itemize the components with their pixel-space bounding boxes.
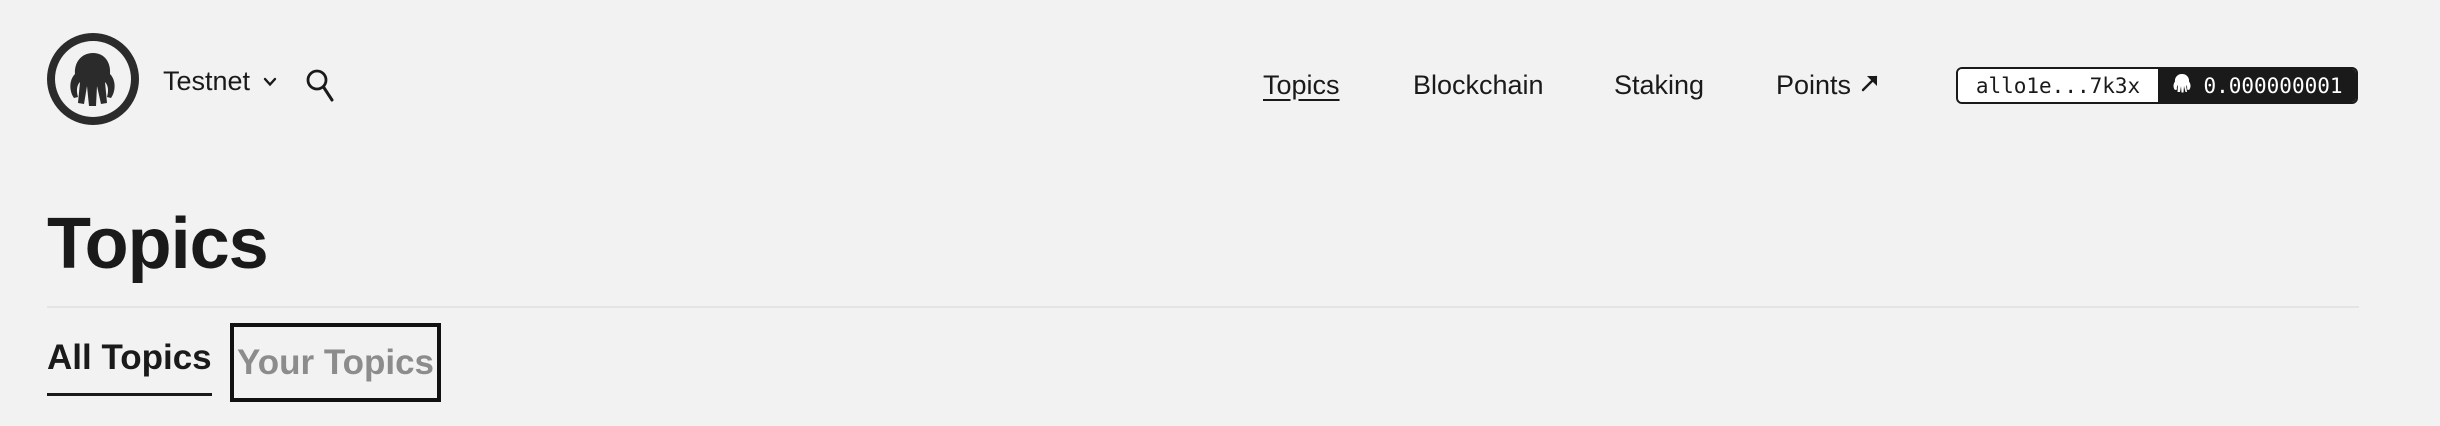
allora-token-icon bbox=[2171, 72, 2193, 99]
nav-points[interactable]: Points bbox=[1776, 72, 1881, 99]
nav-staking[interactable]: Staking bbox=[1614, 72, 1704, 99]
tab-all-topics[interactable]: All Topics bbox=[47, 340, 212, 396]
search-icon[interactable] bbox=[305, 67, 335, 105]
network-selector[interactable]: Testnet bbox=[163, 68, 278, 95]
network-label: Testnet bbox=[163, 66, 251, 96]
chevron-down-icon bbox=[262, 68, 278, 95]
nav-blockchain[interactable]: Blockchain bbox=[1413, 72, 1544, 99]
wallet-address: allo1e...7k3x bbox=[1958, 69, 2158, 102]
arrow-up-right-icon bbox=[1859, 72, 1881, 99]
allora-logo-icon[interactable] bbox=[47, 33, 139, 125]
divider bbox=[47, 306, 2359, 308]
wallet-button[interactable]: allo1e...7k3x 0.000000001 bbox=[1956, 67, 2358, 104]
tab-your-topics[interactable]: Your Topics bbox=[230, 323, 441, 402]
page-title: Topics bbox=[47, 204, 269, 284]
nav-topics[interactable]: Topics bbox=[1263, 72, 1340, 99]
nav-points-label: Points bbox=[1776, 70, 1852, 100]
wallet-balance-value: 0.000000001 bbox=[2203, 73, 2343, 98]
wallet-balance-box: 0.000000001 bbox=[2158, 69, 2356, 102]
